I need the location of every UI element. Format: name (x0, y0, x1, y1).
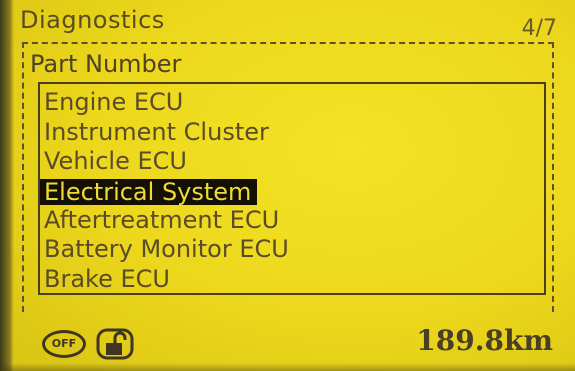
page-title: Diagnostics (20, 6, 165, 34)
menu-item-instrument-cluster[interactable]: Instrument Cluster (40, 118, 293, 148)
menu-item-label: Vehicle ECU (44, 147, 187, 175)
menu-item-label: Aftertreatment ECU (44, 205, 280, 234)
menu-item-label: Brake ECU (44, 264, 170, 293)
section-heading: Part Number (30, 50, 182, 78)
menu-item-engine-ecu[interactable]: Engine ECU (40, 88, 293, 118)
menu-item-electrical-system[interactable]: Electrical System (40, 177, 293, 206)
unlocked-padlock-icon (96, 328, 134, 360)
display-bezel (0, 0, 14, 371)
menu-item-brake-ecu[interactable]: Brake ECU (40, 265, 293, 295)
off-indicator-icon: OFF (42, 330, 86, 358)
menu-item-label: Instrument Cluster (44, 117, 269, 146)
status-bar: OFF 189.8km (14, 318, 575, 368)
lcd-screen: Diagnostics 4/7 Part Number Engine ECU I… (14, 0, 575, 371)
menu-item-label-selected: Electrical System (40, 178, 258, 205)
display-bezel-bottom (0, 363, 575, 371)
menu-item-battery-monitor-ecu[interactable]: Battery Monitor ECU (40, 235, 293, 265)
menu-item-vehicle-ecu[interactable]: Vehicle ECU (40, 147, 293, 177)
menu-list: Engine ECU Instrument Cluster Vehicle EC… (40, 88, 293, 294)
menu-item-aftertreatment-ecu[interactable]: Aftertreatment ECU (40, 206, 293, 236)
menu-item-label: Battery Monitor ECU (44, 235, 289, 263)
menu-item-label: Engine ECU (44, 88, 184, 116)
odometer-readout: 189.8km (416, 324, 553, 357)
page-indicator: 4/7 (521, 16, 557, 41)
